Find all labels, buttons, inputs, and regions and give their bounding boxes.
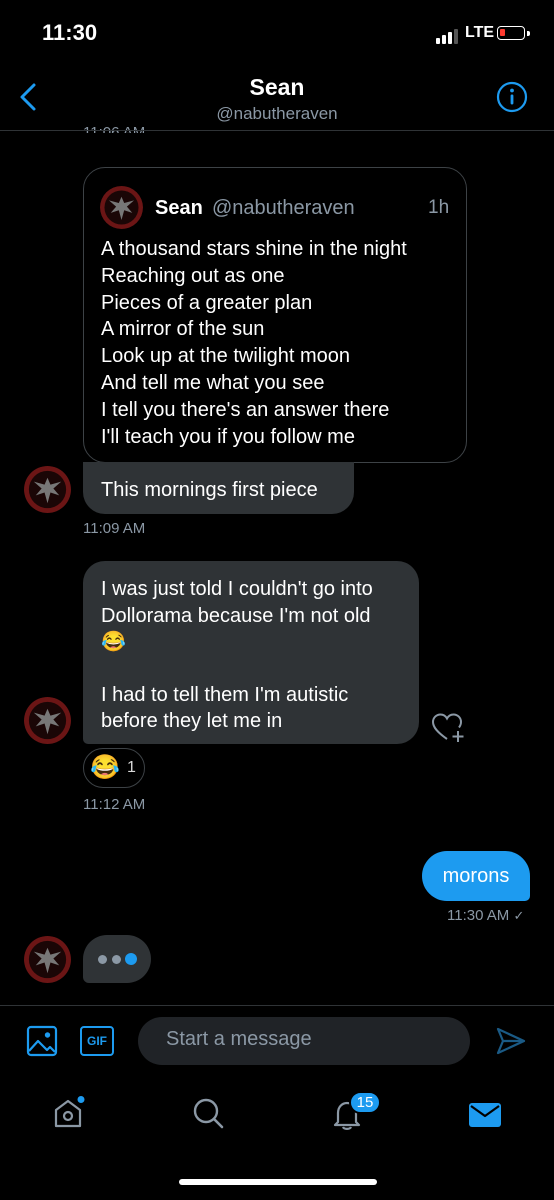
message-timestamp: 11:09 AM (83, 520, 146, 537)
sender-avatar[interactable] (24, 697, 71, 744)
message-text: This mornings first piece (101, 479, 318, 501)
typing-indicator (83, 935, 151, 983)
network-type: LTE (465, 24, 495, 41)
conversation-handle: @nabutheraven (216, 104, 338, 123)
message-bubble[interactable]: This mornings first piece (83, 462, 354, 514)
reaction-emoji: 😂 (90, 754, 120, 781)
message-text: morons (442, 865, 510, 887)
sender-avatar[interactable] (24, 466, 71, 513)
gif-button[interactable]: GIF (80, 1026, 114, 1056)
message-timestamp: 11:12 AM (83, 796, 146, 813)
message-composer[interactable] (138, 1017, 470, 1065)
info-icon[interactable] (496, 81, 528, 113)
notifications-badge: 15 (349, 1091, 381, 1114)
sent-message-bubble[interactable]: morons (422, 851, 530, 901)
conversation-title: Sean (249, 74, 305, 100)
search-icon[interactable] (191, 1096, 225, 1130)
add-reaction-heart-icon[interactable] (431, 712, 467, 744)
home-indicator[interactable] (179, 1179, 377, 1185)
message-bubble[interactable]: I was just told I couldn't go into Dollo… (83, 561, 419, 744)
quoted-author-name: Sean (155, 197, 203, 219)
composer-divider (0, 1005, 554, 1006)
image-icon[interactable] (26, 1025, 58, 1057)
read-check-icon: ✓ (513, 908, 525, 923)
quoted-author-handle: @nabutheraven (212, 197, 355, 219)
status-time: 11:30 (42, 20, 98, 45)
send-icon[interactable] (495, 1025, 527, 1057)
home-icon[interactable] (51, 1096, 85, 1130)
reaction-count: 1 (127, 759, 136, 776)
sender-avatar[interactable] (24, 936, 71, 983)
battery-icon (497, 26, 525, 40)
gif-label: GIF (87, 1034, 107, 1048)
cellular-signal-icon (436, 28, 462, 44)
battery-tip (527, 31, 530, 36)
quoted-author-avatar[interactable] (100, 186, 143, 229)
quoted-tweet-text: A thousand stars shine in the night Reac… (101, 238, 407, 448)
sent-timestamp: 11:30 AM ✓ (447, 907, 525, 924)
reaction-chip[interactable]: 😂 1 (83, 748, 145, 788)
message-text: I was just told I couldn't go into Dollo… (101, 578, 373, 732)
header-divider (0, 130, 554, 131)
message-input[interactable] (164, 1027, 458, 1052)
partial-timestamp: 11:06 AM (83, 124, 146, 133)
messages-mail-icon[interactable] (468, 1101, 502, 1129)
quoted-tweet-age: 1h (428, 197, 450, 218)
